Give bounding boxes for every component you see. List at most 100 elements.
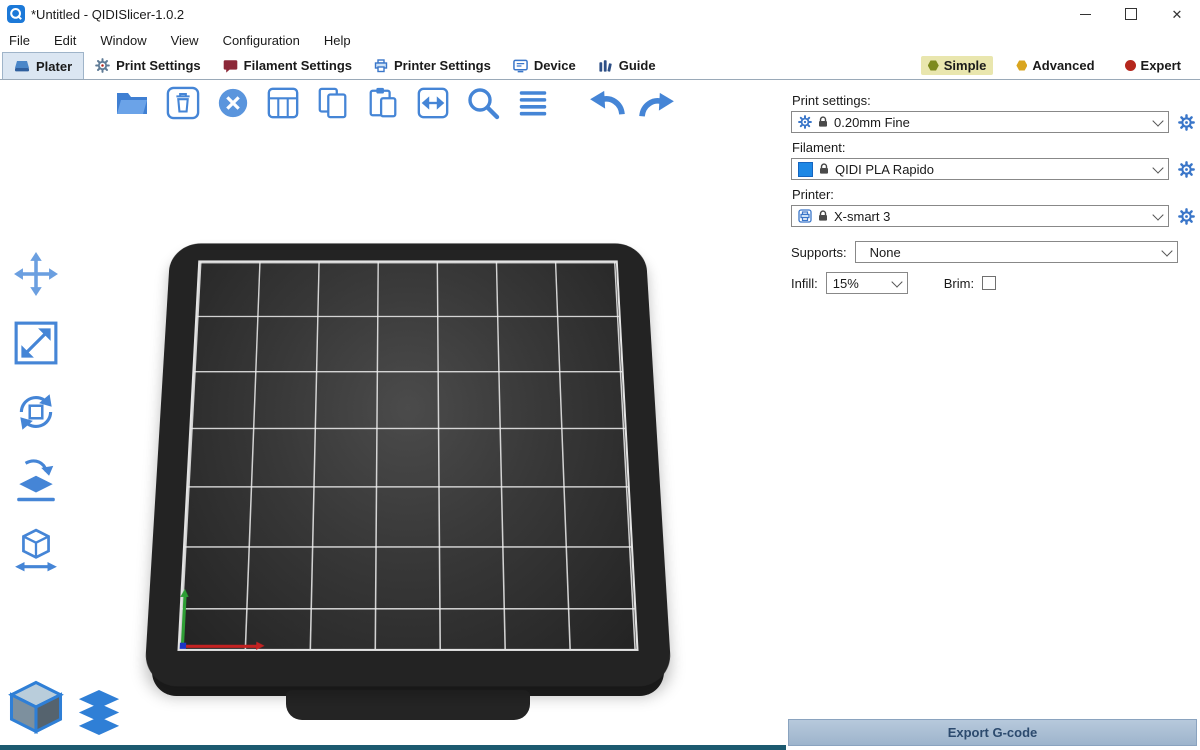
tab-device[interactable]: Device	[502, 52, 587, 79]
search-icon	[465, 85, 501, 126]
bed-grid	[177, 260, 638, 651]
mode-advanced[interactable]: Advanced	[1009, 56, 1101, 75]
plater-toolbar	[112, 84, 678, 126]
tab-label: Filament Settings	[244, 58, 352, 73]
maximize-button[interactable]	[1108, 0, 1154, 28]
redo-icon	[638, 90, 676, 120]
export-gcode-button[interactable]: Export G-code	[788, 719, 1197, 746]
close-icon: ✕	[1172, 8, 1183, 21]
brim-checkbox[interactable]	[982, 276, 996, 290]
chevron-down-icon	[1161, 245, 1172, 256]
delete-all-button[interactable]	[212, 84, 254, 126]
window-title: *Untitled - QIDISlicer-1.0.2	[31, 7, 184, 22]
minimize-button[interactable]	[1062, 0, 1108, 28]
layer-height-button[interactable]	[512, 84, 554, 126]
menu-item-configuration[interactable]: Configuration	[223, 33, 300, 48]
supports-value: None	[870, 245, 901, 260]
view-layers-button[interactable]	[76, 689, 122, 740]
move-icon	[13, 251, 59, 302]
instances-button[interactable]	[412, 84, 454, 126]
close-button[interactable]: ✕	[1154, 0, 1200, 28]
rotate-icon	[13, 389, 59, 440]
supports-combo[interactable]: None	[855, 241, 1178, 263]
gizmo-toolbar	[10, 252, 62, 576]
print-settings-combo[interactable]: 0.20mm Fine	[791, 111, 1169, 133]
paste-button[interactable]	[362, 84, 404, 126]
infill-value: 15%	[833, 276, 859, 291]
minimize-icon	[1080, 14, 1091, 15]
printer-edit-button[interactable]	[1176, 206, 1196, 226]
chevron-down-icon	[1152, 209, 1163, 220]
tab-label: Printer Settings	[394, 58, 491, 73]
mode-simple[interactable]: Simple	[921, 56, 994, 75]
tab-filament-settings[interactable]: Filament Settings	[212, 52, 363, 79]
measure-icon	[13, 527, 59, 578]
chevron-down-icon	[1152, 115, 1163, 126]
menubar: File Edit Window View Configuration Help	[0, 28, 1200, 52]
menu-item-edit[interactable]: Edit	[54, 33, 76, 48]
move-button[interactable]	[10, 252, 62, 300]
infill-label: Infill:	[791, 276, 818, 291]
printer-value: X-smart 3	[834, 209, 890, 224]
paste-icon	[366, 86, 400, 125]
app-logo-icon	[7, 5, 25, 23]
rotate-button[interactable]	[10, 390, 62, 438]
tab-label: Device	[534, 58, 576, 73]
menu-item-view[interactable]: View	[171, 33, 199, 48]
guide-icon	[598, 59, 613, 73]
settings-sidebar: Print settings: 0.20mm Fine Filament:	[786, 80, 1200, 750]
menu-item-window[interactable]: Window	[100, 33, 146, 48]
menu-item-help[interactable]: Help	[324, 33, 351, 48]
gear-icon	[95, 58, 110, 73]
brim-label: Brim:	[944, 276, 974, 291]
chevron-down-icon	[891, 276, 902, 287]
bed-handle	[286, 690, 530, 720]
view-3d-button[interactable]	[8, 679, 64, 740]
mode-expert[interactable]: Expert	[1118, 56, 1188, 75]
x-axis-indicator	[181, 645, 257, 648]
filament-combo[interactable]: QIDI PLA Rapido	[791, 158, 1169, 180]
view-toggle	[8, 679, 122, 740]
titlebar: *Untitled - QIDISlicer-1.0.2 ✕	[0, 0, 1200, 28]
device-icon	[513, 59, 528, 73]
viewport-bottom-strip	[0, 745, 786, 750]
search-button[interactable]	[462, 84, 504, 126]
filament-edit-button[interactable]	[1176, 159, 1196, 179]
undo-button[interactable]	[586, 84, 628, 126]
infill-combo[interactable]: 15%	[826, 272, 908, 294]
scale-icon	[13, 320, 59, 371]
bed-plate	[144, 243, 672, 686]
z-axis-indicator	[180, 643, 187, 649]
place-on-face-button[interactable]	[10, 459, 62, 507]
measure-button[interactable]	[10, 528, 62, 576]
filament-color-swatch	[798, 162, 813, 177]
gear-icon	[798, 115, 812, 129]
copy-button[interactable]	[312, 84, 354, 126]
undo-icon	[588, 88, 626, 123]
printer-combo[interactable]: X-smart 3	[791, 205, 1169, 227]
arrange-button[interactable]	[262, 84, 304, 126]
tab-label: Guide	[619, 58, 656, 73]
app-window: *Untitled - QIDISlicer-1.0.2 ✕ File Edit…	[0, 0, 1200, 750]
scale-button[interactable]	[10, 321, 62, 369]
tabbar: Plater Print Settings Filament Settings …	[0, 52, 1200, 80]
tab-printer-settings[interactable]: Printer Settings	[363, 52, 502, 79]
mode-label: Expert	[1141, 58, 1181, 73]
tab-plater[interactable]: Plater	[2, 52, 84, 79]
advanced-mode-icon	[1016, 60, 1027, 71]
expert-mode-icon	[1125, 60, 1136, 71]
tab-guide[interactable]: Guide	[587, 52, 667, 79]
lock-icon	[817, 116, 829, 128]
menu-item-file[interactable]: File	[9, 33, 30, 48]
redo-button[interactable]	[636, 84, 678, 126]
delete-button[interactable]	[162, 84, 204, 126]
tab-print-settings[interactable]: Print Settings	[84, 52, 212, 79]
viewport-3d[interactable]	[0, 80, 786, 750]
filament-value: QIDI PLA Rapido	[835, 162, 934, 177]
mode-label: Simple	[944, 58, 987, 73]
print-settings-edit-button[interactable]	[1176, 112, 1196, 132]
plater-icon	[14, 60, 30, 73]
open-file-button[interactable]	[112, 84, 154, 126]
printer-label: Printer:	[792, 187, 1200, 202]
cube-3d-icon	[8, 679, 64, 740]
